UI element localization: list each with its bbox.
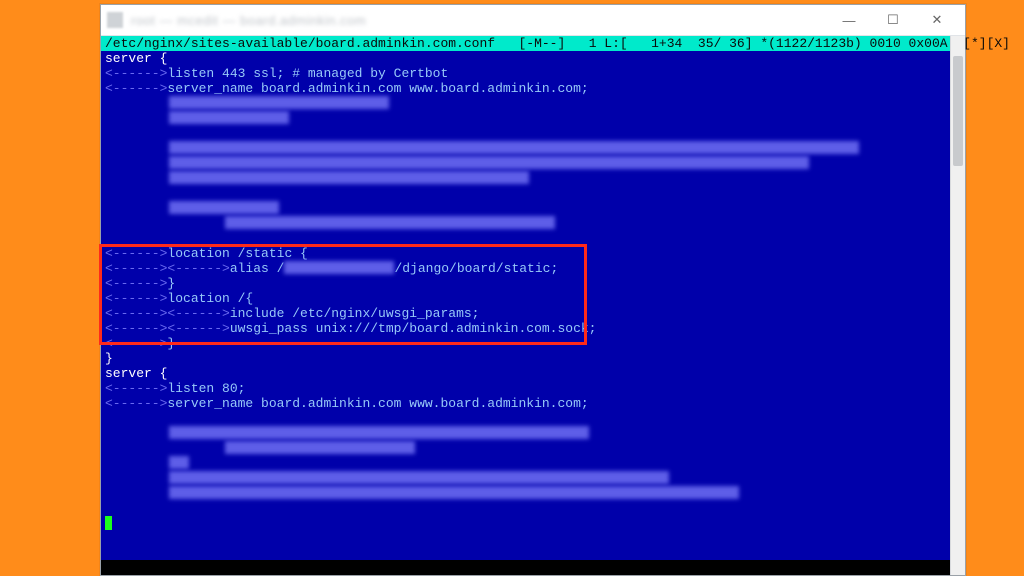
editor-pane[interactable]: /etc/nginx/sites-available/board.adminki…	[101, 36, 951, 575]
code-text: listen 443 ssl; # managed by Certbot	[167, 66, 448, 81]
redacted-text	[169, 456, 189, 469]
redacted-text	[169, 96, 389, 109]
code-text: }	[105, 351, 113, 366]
close-button[interactable]: ✕	[915, 6, 959, 34]
redacted-text	[169, 201, 279, 214]
redacted-text	[225, 216, 555, 229]
app-icon	[107, 12, 123, 28]
maximize-button[interactable]: ☐	[871, 6, 915, 34]
redacted-text	[169, 141, 859, 154]
redacted-text	[169, 426, 589, 439]
minimize-button[interactable]: —	[827, 6, 871, 34]
status-file-path: /etc/nginx/sites-available/board.adminki…	[105, 36, 495, 51]
code-text: server {	[105, 51, 167, 66]
app-window: root — mcedit — board.adminkin.com — ☐ ✕…	[100, 4, 966, 576]
redacted-text	[225, 441, 415, 454]
function-key-bar: 1Помощь 2Сохранить 3Блок 4Замена 5Копия …	[101, 560, 951, 575]
text-cursor	[105, 516, 112, 530]
indent-marker: <------>	[105, 396, 167, 411]
indent-marker: <------>	[105, 66, 167, 81]
code-text: server {	[105, 366, 167, 381]
scrollbar-thumb[interactable]	[953, 56, 963, 166]
highlight-box	[99, 244, 587, 345]
vertical-scrollbar[interactable]	[950, 36, 965, 575]
redacted-text	[169, 471, 669, 484]
code-text: server_name board.adminkin.com www.board…	[167, 81, 588, 96]
indent-marker: <------>	[105, 381, 167, 396]
editor-status-bar: /etc/nginx/sites-available/board.adminki…	[101, 36, 951, 51]
status-position: [-M--] 1 L:[ 1+34 35/ 36] *(1122/1123b) …	[495, 36, 947, 51]
code-text: server_name board.adminkin.com www.board…	[167, 396, 588, 411]
title-bar: root — mcedit — board.adminkin.com — ☐ ✕	[101, 5, 965, 36]
window-title: root — mcedit — board.adminkin.com	[131, 13, 827, 28]
editor-body[interactable]: server { <------>listen 443 ssl; # manag…	[101, 51, 951, 560]
redacted-text	[169, 156, 809, 169]
code-text: listen 80;	[167, 381, 245, 396]
redacted-text	[169, 486, 739, 499]
redacted-text	[169, 171, 529, 184]
redacted-text	[169, 111, 289, 124]
indent-marker: <------>	[105, 81, 167, 96]
